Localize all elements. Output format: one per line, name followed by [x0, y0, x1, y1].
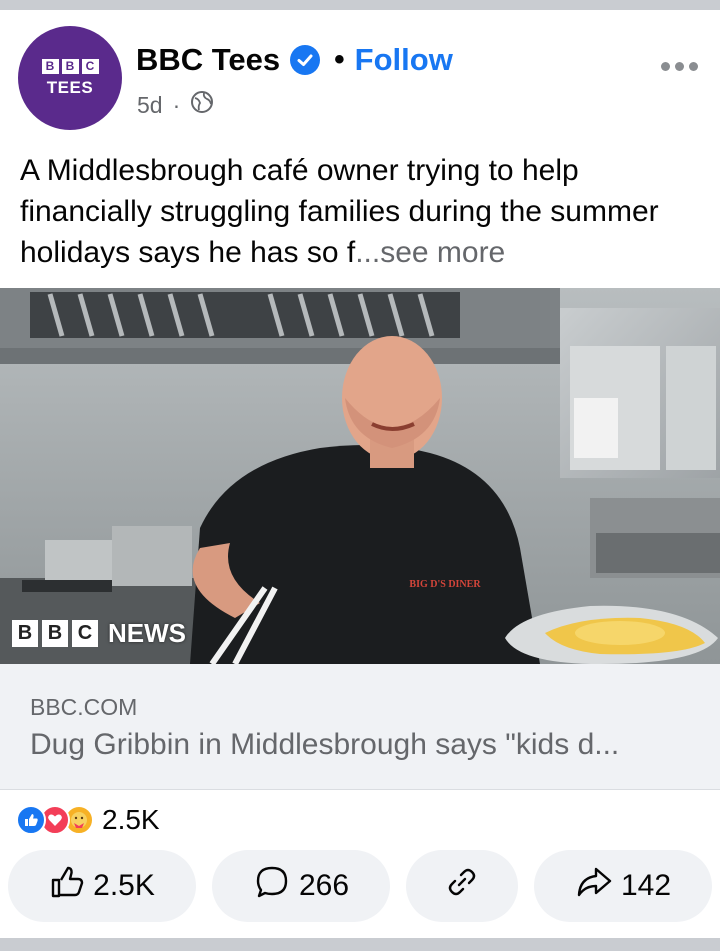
post-body: A Middlesbrough café owner trying to hel…	[20, 154, 659, 269]
post-text: A Middlesbrough café owner trying to hel…	[20, 150, 710, 273]
shirt-print-text: BIG D'S DINER	[409, 579, 481, 590]
follow-button[interactable]: Follow	[355, 42, 453, 78]
see-more-link[interactable]: ...see more	[355, 236, 505, 269]
share-arrow-icon	[575, 864, 613, 908]
reaction-count: 2.5K	[102, 804, 160, 835]
like-button[interactable]: 2.5K	[8, 850, 196, 922]
watermark-block: C	[72, 620, 98, 647]
link-domain: BBC.COM	[30, 694, 138, 720]
author-row: BBC Tees • Follow	[136, 40, 453, 80]
meta-dot: ·	[172, 91, 181, 118]
bbc-logo-block: B	[41, 58, 59, 74]
comment-icon	[253, 863, 291, 909]
post-time[interactable]: 5d	[137, 92, 163, 119]
share-count: 142	[620, 869, 672, 902]
like-count: 2.5K	[93, 869, 155, 902]
post-header: B B C TEES BBC Tees • Follow 5d ·	[0, 10, 720, 140]
comment-count: 266	[298, 869, 350, 902]
watermark-block: B	[42, 620, 68, 647]
link-title: Dug Gribbin in Middlesbrough says "kids …	[30, 728, 620, 761]
watermark-block: B	[12, 620, 38, 647]
bbc-news-watermark: B B C NEWS	[12, 618, 186, 649]
post-card: B B C TEES BBC Tees • Follow 5d · A Midd…	[0, 10, 720, 938]
action-bar: 2.5K 266 142	[0, 850, 720, 926]
avatar-subtitle: TEES	[46, 77, 94, 97]
bbc-logo-block: C	[81, 58, 99, 74]
post-meta: 5d ·	[137, 90, 214, 120]
reaction-summary[interactable]: 2.5K	[16, 802, 160, 838]
page-avatar[interactable]: B B C TEES	[18, 26, 122, 130]
separator-dot: •	[334, 43, 345, 76]
link-icon	[444, 864, 480, 908]
bbc-logo-block: B	[61, 58, 79, 74]
verified-badge-icon	[290, 45, 321, 75]
comment-button[interactable]: 266	[212, 850, 390, 922]
thumbs-up-icon	[49, 864, 85, 908]
more-options-icon[interactable]	[661, 62, 698, 71]
link-preview[interactable]: BBC.COM Dug Gribbin in Middlesbrough say…	[0, 664, 720, 790]
copy-link-button[interactable]	[406, 850, 518, 922]
globe-icon	[190, 90, 214, 120]
post-photo[interactable]: BIG D'S DINER B B C NEWS	[0, 288, 720, 664]
like-reaction-icon	[16, 805, 46, 835]
watermark-label: NEWS	[108, 618, 186, 648]
kitchen-photo: BIG D'S DINER	[0, 288, 720, 664]
share-button[interactable]: 142	[534, 850, 712, 922]
bbc-logo: B B C	[41, 58, 99, 74]
page-name[interactable]: BBC Tees	[136, 42, 280, 78]
